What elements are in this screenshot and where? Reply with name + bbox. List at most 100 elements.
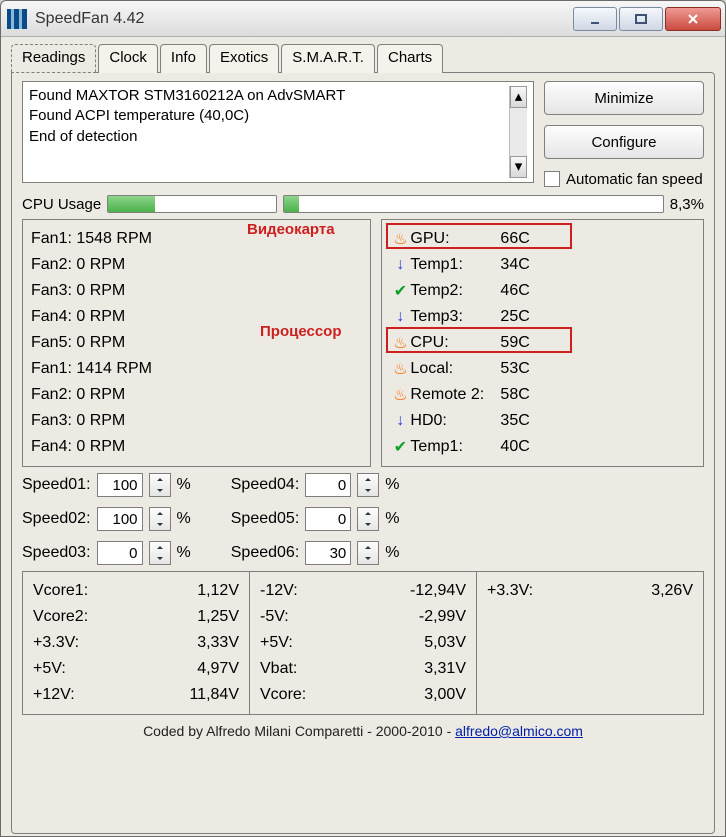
speed-control: Speed01:% [22,473,191,497]
voltage-value: 4,97V [105,660,239,678]
voltage-reading: -12V:-12,94V [260,578,466,604]
voltage-label: Vbat: [260,660,332,678]
speed-control: Speed05:% [231,507,400,531]
tab-readings[interactable]: Readings [11,44,96,73]
annotation-gpu: Видеокарта [247,221,335,238]
speed-control: Speed03:% [22,541,191,565]
voltage-value: 11,84V [105,686,239,704]
fan-panel: Fan1: 1548 RPMFan2: 0 RPMFan3: 0 RPMFan4… [22,219,371,467]
cpu-usage-label: CPU Usage [22,196,101,213]
client-area: Readings Clock Info Exotics S.M.A.R.T. C… [1,37,725,836]
voltage-reading: Vcore1:1,12V [33,578,239,604]
configure-button[interactable]: Configure [544,125,704,159]
highlight-gpu-box [386,223,572,249]
voltage-label: -5V: [260,608,332,626]
tab-clock[interactable]: Clock [98,44,158,73]
tab-body: Found MAXTOR STM3160212A on AdvSMART Fou… [11,72,715,834]
tab-charts[interactable]: Charts [377,44,443,73]
app-window: SpeedFan 4.42 Readings Clock Info Exotic… [0,0,726,837]
speed-control: Speed04:% [231,473,400,497]
scroll-down-icon[interactable]: ▾ [510,156,527,178]
temp-value: 35C [500,412,550,430]
speed-spinner[interactable] [357,507,379,531]
window-close-button[interactable] [665,7,721,31]
voltage-reading: Vcore2:1,25V [33,604,239,630]
speed-input[interactable] [97,541,143,565]
percent-label: % [177,476,191,494]
speed-control: Speed02:% [22,507,191,531]
flame-icon: ♨ [393,385,407,405]
arrow-down-icon: ↓ [396,256,404,274]
annotation-cpu: Процессор [260,323,341,340]
voltage-value: 1,25V [105,608,239,626]
highlight-cpu-box [386,327,572,353]
fan-reading: Fan2: 0 RPM [31,252,362,278]
temp-label: Temp1: [410,256,500,274]
log-line: Found MAXTOR STM3160212A on AdvSMART [29,86,509,106]
voltage-panel: Vcore1:1,12VVcore2:1,25V+3.3V:3,33V+5V:4… [22,571,704,715]
log-scrollbar[interactable]: ▴ ▾ [509,86,527,178]
minimize-button[interactable]: Minimize [544,81,704,115]
scroll-track[interactable] [510,108,527,156]
speed-label: Speed01: [22,476,91,494]
tab-smart[interactable]: S.M.A.R.T. [281,44,375,73]
scroll-up-icon[interactable]: ▴ [510,86,527,108]
voltage-value: 3,31V [332,660,466,678]
titlebar[interactable]: SpeedFan 4.42 [1,1,725,37]
voltage-reading: +12V:11,84V [33,682,239,708]
temp-label: HD0: [410,412,500,430]
flame-icon: ♨ [393,359,407,379]
speed-input[interactable] [305,541,351,565]
footer: Coded by Alfredo Milani Comparetti - 200… [22,721,704,739]
temp-value: 53C [500,360,550,378]
speed-spinner[interactable] [357,541,379,565]
speed-spinner[interactable] [149,507,171,531]
percent-label: % [177,510,191,528]
speed-label: Speed04: [231,476,300,494]
temp-reading: ↓HD0:35C [390,408,695,434]
voltage-value: -12,94V [332,582,466,600]
temp-reading: ♨Local:53C [390,356,695,382]
speed-spinner[interactable] [357,473,379,497]
cpu-usage-row: CPU Usage 8,3% [22,195,704,213]
voltage-value: 3,33V [105,634,239,652]
speed-spinner[interactable] [149,541,171,565]
temp-label: Temp3: [410,308,500,326]
fan-reading: Fan4: 0 RPM [31,434,362,460]
speed-spinner[interactable] [149,473,171,497]
window-maximize-button[interactable] [619,7,663,31]
footer-email-link[interactable]: alfredo@almico.com [455,723,583,739]
detection-log[interactable]: Found MAXTOR STM3160212A on AdvSMART Fou… [22,81,534,183]
voltage-label: +5V: [33,660,105,678]
autofan-label: Automatic fan speed [566,171,703,189]
speed-control: Speed06:% [231,541,400,565]
log-line: Found ACPI temperature (40,0C) [29,106,509,126]
speed-input[interactable] [97,473,143,497]
autofan-checkbox[interactable] [544,171,560,187]
temp-value: 46C [500,282,550,300]
speed-input[interactable] [305,507,351,531]
window-minimize-button[interactable] [573,7,617,31]
tab-exotics[interactable]: Exotics [209,44,279,73]
voltage-value: 5,03V [332,634,466,652]
voltage-value: 1,12V [105,582,239,600]
tab-strip: Readings Clock Info Exotics S.M.A.R.T. C… [11,43,715,72]
voltage-reading: +3.3V:3,26V [487,578,693,604]
voltage-reading: +5V:4,97V [33,656,239,682]
speed-label: Speed03: [22,544,91,562]
voltage-reading: Vcore:3,00V [260,682,466,708]
speed-input[interactable] [305,473,351,497]
window-title: SpeedFan 4.42 [35,10,573,28]
temp-reading: ✔Temp1:40C [390,434,695,460]
voltage-reading: +3.3V:3,33V [33,630,239,656]
temp-label: Remote 2: [410,386,500,404]
voltage-label: -12V: [260,582,332,600]
voltage-value: 3,00V [332,686,466,704]
voltage-label: Vcore2: [33,608,105,626]
cpu-core2-bar [283,195,664,213]
speed-input[interactable] [97,507,143,531]
tab-info[interactable]: Info [160,44,207,73]
voltage-value: 3,26V [559,582,693,600]
speed-label: Speed06: [231,544,300,562]
voltage-label: +3.3V: [33,634,105,652]
